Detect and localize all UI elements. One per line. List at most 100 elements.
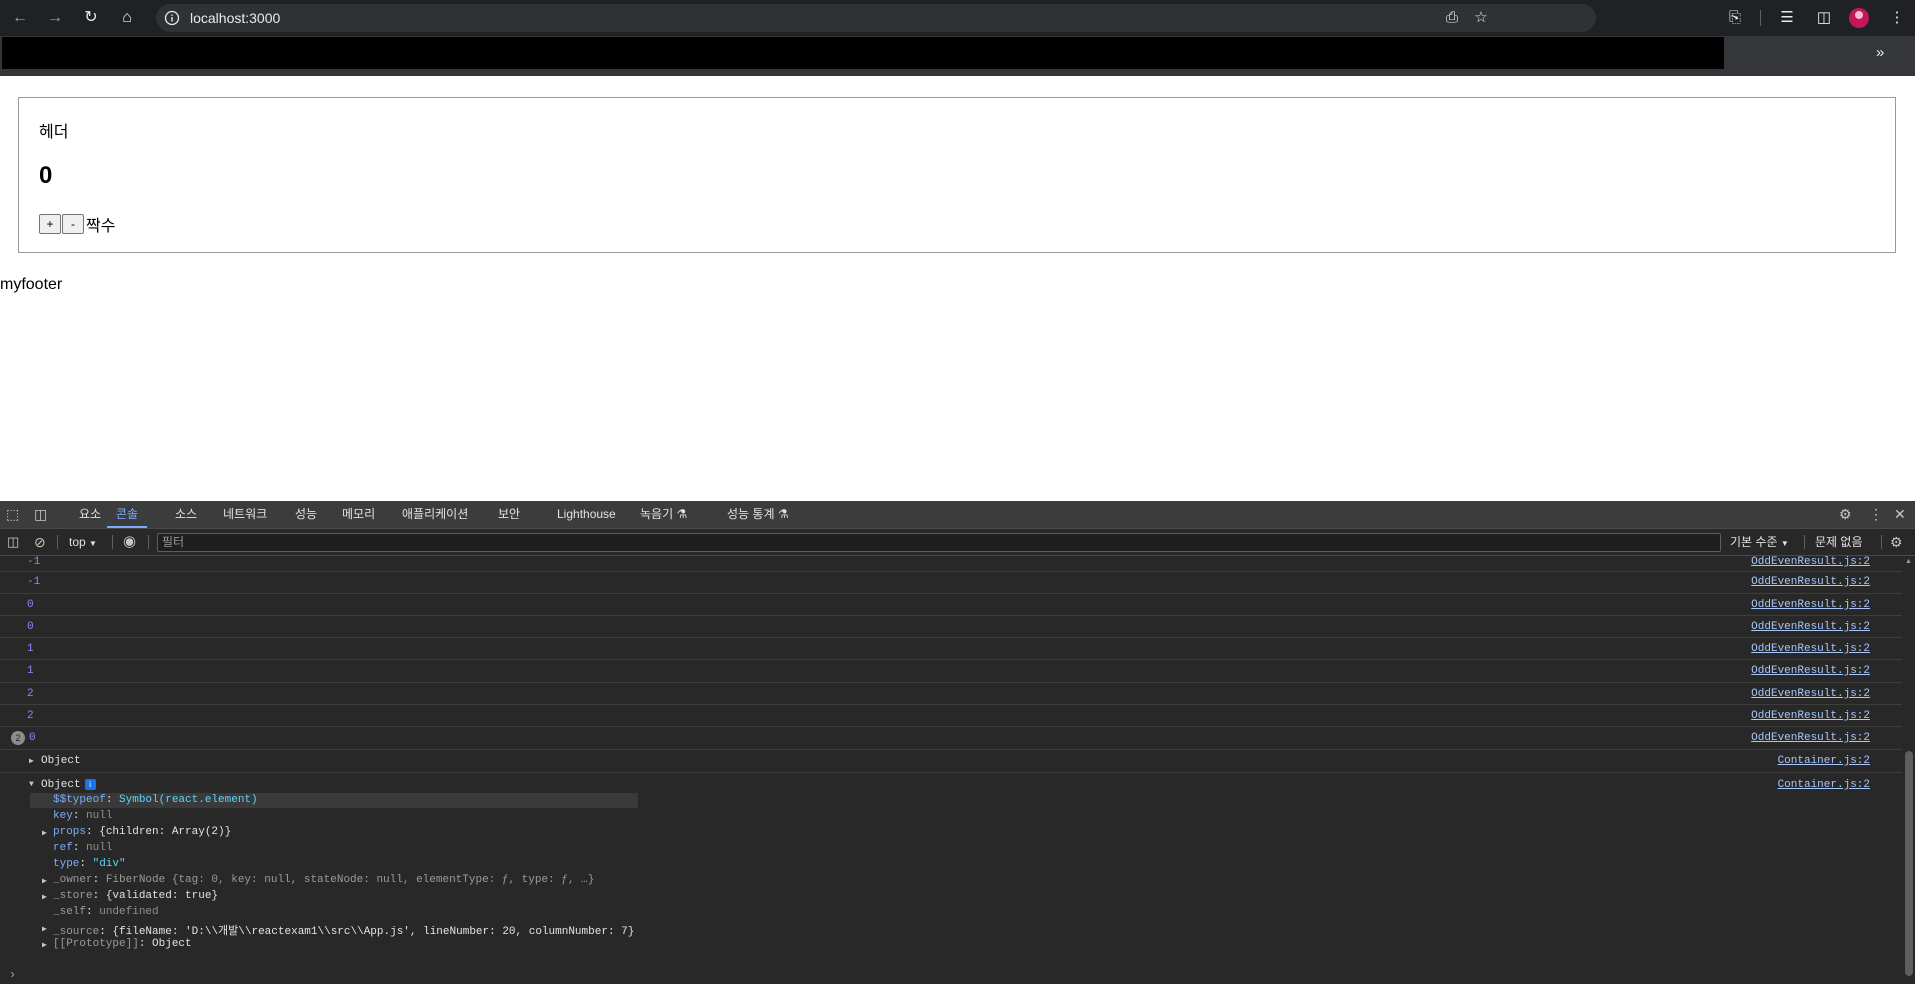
log-source-link[interactable]: OddEvenResult.js:2	[1751, 556, 1870, 568]
log-value: -1	[27, 556, 41, 568]
log-source-link[interactable]: OddEvenResult.js:2	[1751, 643, 1870, 655]
prop-source[interactable]: _source: {fileName: 'D:\\개발\\reactexam1\…	[53, 922, 634, 938]
dropdown-caret-icon: ▼	[89, 539, 97, 548]
tab-security[interactable]: 보안	[498, 501, 520, 528]
scroll-thumb[interactable]	[1905, 751, 1913, 976]
install-app-icon[interactable]: ⎙	[1441, 7, 1463, 29]
devtools-panel: ⬚ ◫ 요소 콘솔 소스 네트워크 성능 메모리 애플리케이션 보안 Light…	[0, 501, 1915, 984]
page-footer: myfooter	[0, 276, 63, 293]
expand-arrow-icon[interactable]: ▶	[42, 892, 47, 902]
toolbar-divider	[112, 535, 113, 549]
expand-arrow-icon[interactable]: ▶	[29, 756, 34, 766]
extensions-icon[interactable]: ⎘	[1724, 7, 1746, 29]
tab-performance[interactable]: 성능	[295, 501, 317, 528]
prop-prototype[interactable]: [[Prototype]]: Object	[53, 938, 192, 950]
log-source-link[interactable]: Container.js:2	[1778, 755, 1870, 767]
menu-kebab-icon[interactable]: ⋮	[1886, 7, 1908, 29]
console-toolbar: ◫ ⊘ top ▼ ◉ 필터 기본 수준 ▼ 문제 없음 ⚙	[0, 529, 1915, 556]
toolbar-divider	[1760, 10, 1761, 26]
scroll-up-icon[interactable]: ▲	[1905, 558, 1912, 565]
bookmarks-redacted	[2, 37, 1724, 69]
issues-counter[interactable]: 문제 없음	[1815, 529, 1863, 555]
back-icon[interactable]: ←	[8, 6, 32, 30]
log-value: 1	[27, 665, 34, 677]
console-scrollbar[interactable]: ▲	[1902, 556, 1915, 984]
expand-arrow-icon[interactable]: ▶	[42, 828, 47, 838]
log-value: -1	[27, 576, 41, 588]
log-value: 2	[27, 688, 34, 700]
reload-icon[interactable]: ↻	[79, 6, 103, 30]
tab-sources[interactable]: 소스	[175, 501, 197, 528]
prop-key[interactable]: key: null	[53, 810, 112, 822]
parity-result: 짝수	[86, 218, 116, 235]
tab-memory[interactable]: 메모리	[342, 501, 375, 528]
prop-ref[interactable]: ref: null	[53, 842, 112, 854]
decrement-button[interactable]: -	[62, 214, 84, 234]
device-toolbar-icon[interactable]: ◫	[34, 501, 47, 528]
page-header: 헤더	[39, 124, 69, 141]
console-object-row[interactable]: ▶ Object Container.js:2	[0, 750, 1902, 773]
devtools-tabbar: ⬚ ◫ 요소 콘솔 소스 네트워크 성능 메모리 애플리케이션 보안 Light…	[0, 501, 1915, 529]
console-log-row: 2 OddEvenResult.js:2	[0, 683, 1902, 705]
log-source-link[interactable]: OddEvenResult.js:2	[1751, 732, 1870, 744]
expand-arrow-icon[interactable]: ▶	[42, 940, 47, 950]
home-icon[interactable]: ⌂	[115, 6, 139, 30]
toolbar-divider	[1804, 535, 1805, 549]
prop-store[interactable]: _store: {validated: true}	[53, 890, 218, 902]
expand-arrow-icon[interactable]: ▶	[42, 876, 47, 886]
prop-self[interactable]: _self: undefined	[53, 906, 159, 918]
bookmarks-overflow-icon[interactable]: »	[1876, 44, 1884, 61]
log-source-link[interactable]: OddEvenResult.js:2	[1751, 665, 1870, 677]
console-log-row: -1 OddEvenResult.js:2	[0, 572, 1902, 594]
log-source-link[interactable]: OddEvenResult.js:2	[1751, 710, 1870, 722]
tab-network[interactable]: 네트워크	[223, 501, 267, 528]
bookmark-star-icon[interactable]: ☆	[1470, 7, 1492, 29]
console-settings-icon[interactable]: ⚙	[1890, 529, 1903, 555]
prop-owner[interactable]: _owner: FiberNode {tag: 0, key: null, st…	[53, 874, 594, 886]
console-output: -1 OddEvenResult.js:2 -1 OddEvenResult.j…	[0, 556, 1902, 984]
log-source-link[interactable]: Container.js:2	[1778, 779, 1870, 791]
console-filter-input[interactable]: 필터	[157, 533, 1721, 552]
expand-arrow-icon[interactable]: ▶	[42, 924, 47, 934]
sidebar-toggle-icon[interactable]: ◫	[7, 529, 19, 555]
filter-placeholder: 필터	[162, 535, 185, 549]
site-info-icon[interactable]	[164, 10, 180, 26]
console-prompt-icon[interactable]: ›	[9, 968, 16, 982]
devtools-menu-icon[interactable]: ⋮	[1869, 501, 1883, 528]
tab-recorder[interactable]: 녹음기 ⚗	[640, 501, 687, 528]
log-source-link[interactable]: OddEvenResult.js:2	[1751, 576, 1870, 588]
tab-lighthouse[interactable]: Lighthouse	[557, 501, 616, 528]
tab-application[interactable]: 애플리케이션	[402, 501, 468, 528]
side-panel-icon[interactable]: ◫	[1813, 7, 1835, 29]
profile-avatar[interactable]	[1849, 8, 1869, 28]
context-selector[interactable]: top ▼	[69, 529, 97, 557]
live-expression-eye-icon[interactable]: ◉	[123, 529, 136, 555]
collapse-arrow-icon[interactable]: ▼	[29, 780, 34, 789]
close-devtools-icon[interactable]: ✕	[1894, 501, 1906, 528]
log-value: 0	[27, 599, 34, 611]
log-value: 0	[29, 732, 36, 744]
container: 헤더 0 + - 짝수	[18, 97, 1896, 253]
inspect-element-icon[interactable]: ⬚	[6, 501, 19, 528]
forward-icon[interactable]: →	[43, 6, 67, 30]
log-source-link[interactable]: OddEvenResult.js:2	[1751, 688, 1870, 700]
log-level-dropdown[interactable]: 기본 수준 ▼	[1730, 529, 1789, 557]
clear-console-icon[interactable]: ⊘	[34, 529, 46, 555]
console-object-expanded: ▼ Object i Container.js:2 $$typeof: Symbo…	[0, 773, 1902, 984]
settings-gear-icon[interactable]: ⚙	[1839, 501, 1852, 528]
increment-button[interactable]: +	[39, 214, 61, 234]
log-source-link[interactable]: OddEvenResult.js:2	[1751, 599, 1870, 611]
prop-props[interactable]: props: {children: Array(2)}	[53, 826, 231, 838]
toolbar-divider	[57, 535, 58, 549]
address-bar[interactable]: localhost:3000 ⎙ ☆	[156, 4, 1596, 32]
media-control-icon[interactable]: ☰	[1776, 7, 1798, 29]
prop-typeof[interactable]: $$typeof: Symbol(react.element)	[53, 794, 258, 806]
tab-performance-insights[interactable]: 성능 통계 ⚗	[727, 501, 789, 528]
tab-console[interactable]: 콘솔	[107, 501, 148, 528]
prop-type[interactable]: type: "div"	[53, 858, 126, 870]
log-value: 2	[27, 710, 34, 722]
info-icon[interactable]: i	[84, 779, 96, 790]
tab-elements[interactable]: 요소	[79, 501, 101, 528]
repeat-count-badge: 2	[11, 731, 25, 745]
log-source-link[interactable]: OddEvenResult.js:2	[1751, 621, 1870, 633]
